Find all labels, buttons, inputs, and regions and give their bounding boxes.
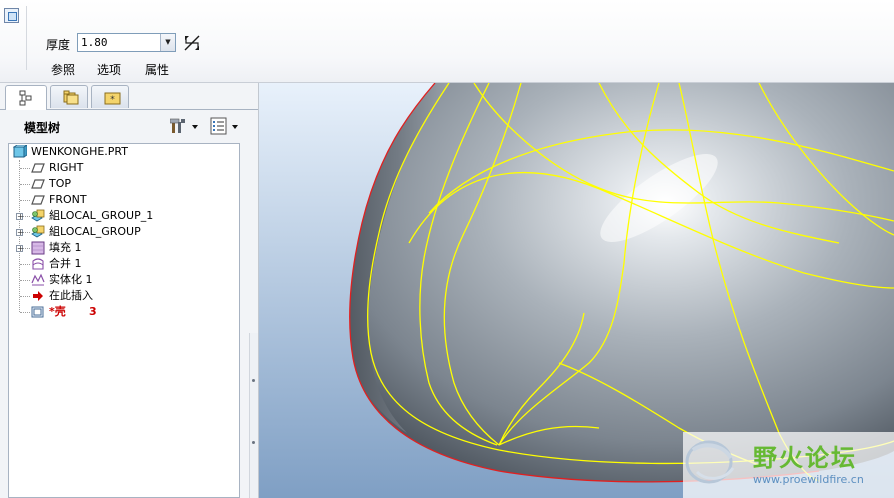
tree-connector (20, 264, 30, 265)
merge-icon (32, 258, 44, 270)
datum-plane-icon (31, 195, 45, 205)
tree-connector (20, 280, 30, 281)
tree-item-label: FRONT (49, 193, 87, 206)
tree-connector (20, 200, 30, 201)
tree-item-label: *壳 (49, 305, 66, 318)
thickness-input[interactable] (78, 34, 160, 51)
tree-item-label: 实体化 1 (49, 273, 93, 286)
solidify-icon (31, 273, 45, 286)
fill-icon (31, 241, 45, 255)
tree-connector (20, 312, 30, 313)
forum-logo (685, 440, 735, 484)
tab-model-tree[interactable] (5, 85, 47, 110)
tree-item-label: 合并 1 (49, 257, 82, 270)
navigator-sash[interactable] (249, 333, 258, 498)
thickness-combo[interactable]: ▼ (77, 33, 176, 52)
part-icon (13, 145, 27, 158)
tree-settings-icon[interactable] (170, 117, 204, 135)
tree-connector (20, 184, 30, 185)
folder-icon (63, 90, 79, 105)
shell-icon (31, 306, 44, 318)
group-icon (31, 209, 45, 222)
flip-direction-icon[interactable] (183, 34, 201, 52)
svg-text:*: * (110, 95, 115, 105)
sash-grip (252, 379, 255, 382)
tree-connector (20, 296, 30, 297)
shell-feature-icon (4, 8, 19, 23)
tree-item-label: 3 (89, 305, 97, 318)
shell-outer-surface (349, 83, 894, 482)
tab-favorites[interactable]: * (91, 85, 129, 108)
graphics-viewport[interactable]: 野火论坛 www.proewildfire.cn (259, 83, 894, 498)
forum-watermark: 野火论坛 www.proewildfire.cn (683, 432, 894, 498)
datum-plane-icon (31, 163, 45, 173)
dashboard-separator (26, 6, 27, 70)
tree-connector (20, 168, 30, 169)
tab-properties[interactable]: 属性 (145, 61, 169, 78)
chevron-down-icon[interactable]: ▼ (160, 34, 175, 51)
tab-folder-browser[interactable] (50, 85, 88, 108)
tree-item-label: 組LOCAL_GROUP_1 (49, 209, 154, 222)
model-tree[interactable]: WENKONGHE.PRT RIGHT TOP FRONT + 組LOCAL_G… (8, 143, 240, 498)
favorites-folder-icon: * (104, 92, 121, 105)
tree-item-label: RIGHT (49, 161, 84, 174)
model-tree-icon (19, 90, 32, 106)
expand-toggle[interactable]: + (16, 213, 24, 221)
tree-show-list-icon[interactable] (210, 117, 242, 135)
tree-item-label: WENKONGHE.PRT (31, 145, 128, 158)
model-tree-title: 模型树 (24, 121, 61, 135)
navigator-panel: * 模型树 WENKONGHE.PRT RIGHT TOP FRONT + 組L… (0, 83, 259, 498)
group-icon (31, 225, 45, 238)
shell-feature-dashboard: 厚度 ▼ 参照 选项 属性 (0, 0, 894, 83)
tree-item-label: 填充 1 (49, 241, 82, 254)
tree-item-label: 組LOCAL_GROUP (49, 225, 141, 238)
expand-toggle[interactable]: + (16, 245, 24, 253)
tree-item-label: 在此插入 (49, 289, 93, 302)
datum-plane-icon (31, 179, 45, 189)
sash-grip (252, 441, 255, 444)
forum-title: 野火论坛 (753, 444, 857, 472)
thickness-label: 厚度 (46, 38, 71, 52)
expand-toggle[interactable]: + (16, 229, 24, 237)
tree-item-label: TOP (49, 177, 72, 190)
insert-here-arrow-icon (33, 291, 43, 301)
tab-references[interactable]: 参照 (51, 61, 75, 78)
forum-url: www.proewildfire.cn (753, 473, 864, 486)
tab-options[interactable]: 选项 (97, 61, 121, 78)
